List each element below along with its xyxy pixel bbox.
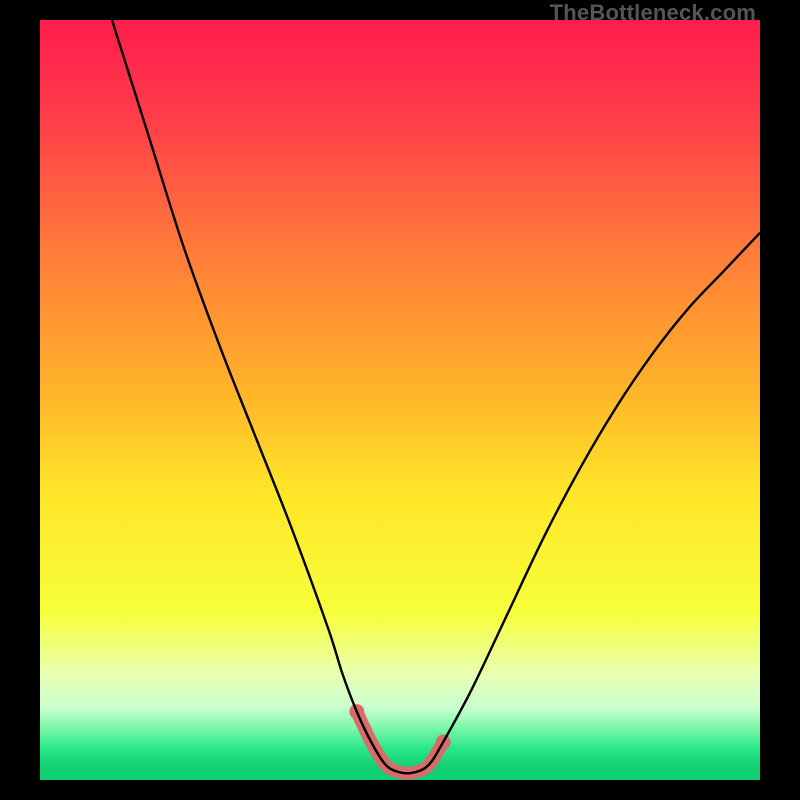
chart-svg: [40, 20, 760, 780]
plot-area: [40, 20, 760, 780]
watermark-text: TheBottleneck.com: [550, 0, 756, 26]
chart-frame: TheBottleneck.com: [0, 0, 800, 800]
